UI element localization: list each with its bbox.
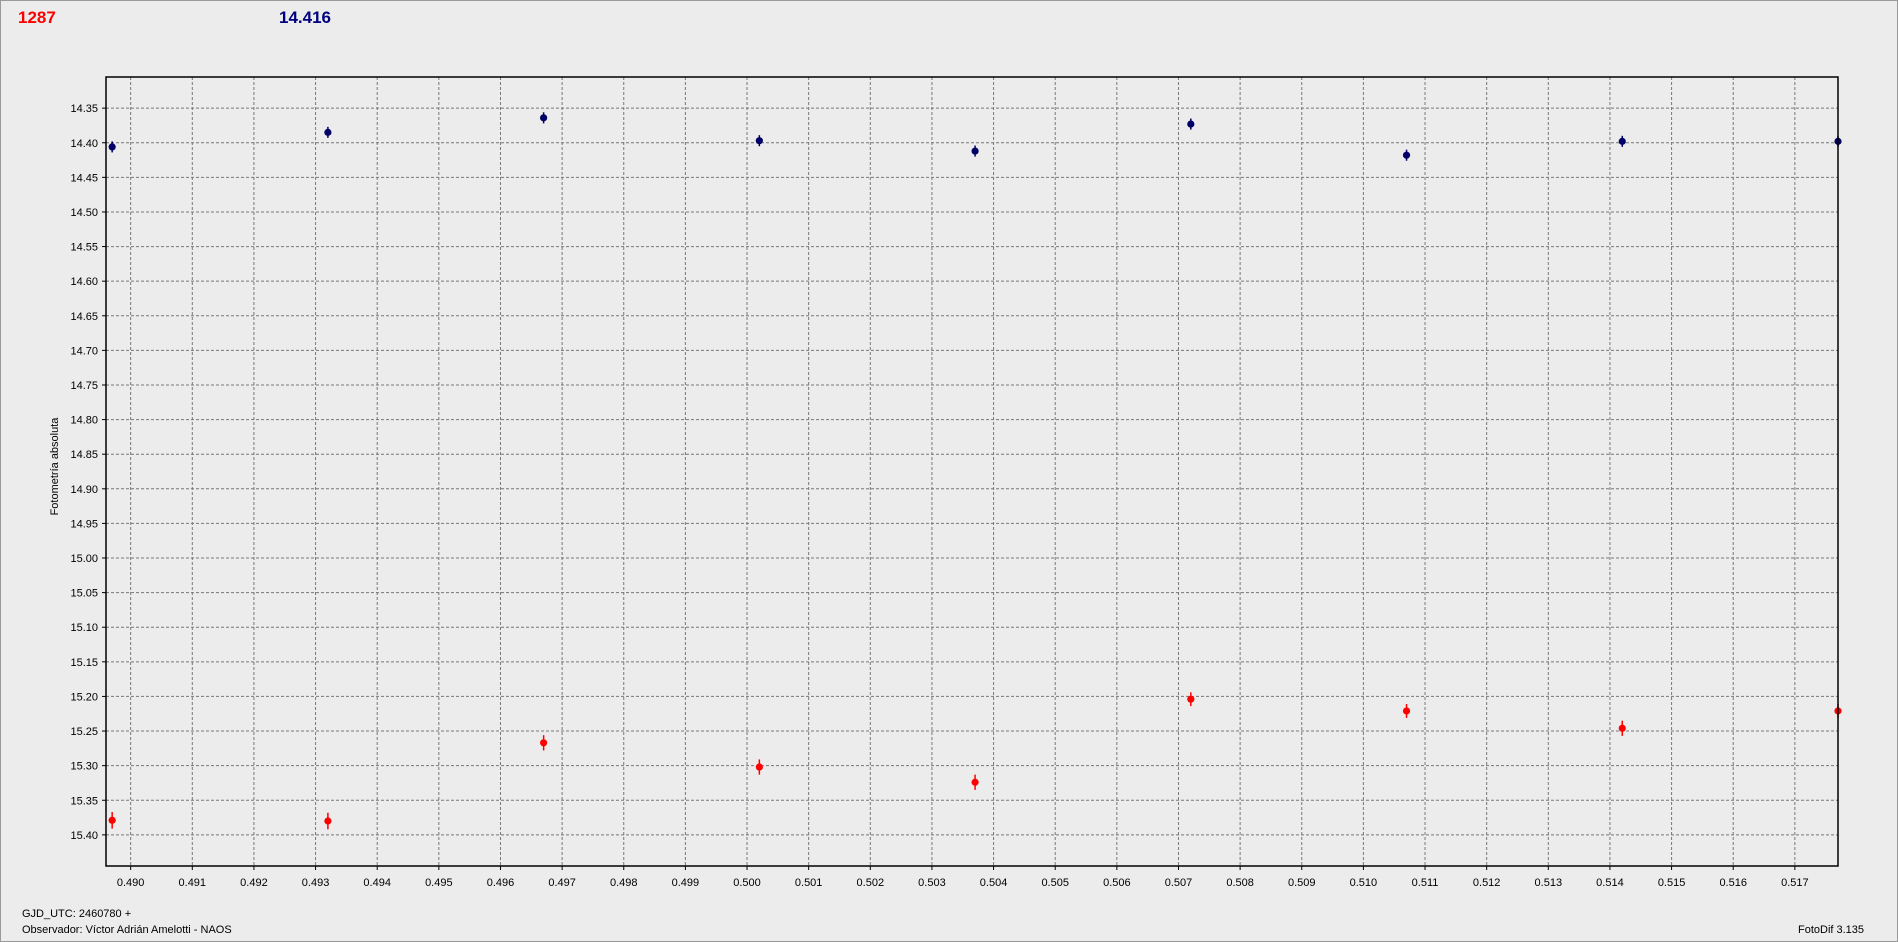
y-tick-label: 14.65 <box>70 311 98 323</box>
data-point <box>108 143 116 151</box>
x-tick-label: 0.513 <box>1535 877 1563 889</box>
data-point <box>755 763 763 771</box>
x-tick-label: 0.501 <box>795 877 823 889</box>
software-version: FotoDif 3.135 <box>1798 924 1865 936</box>
gjd-utc-label: GJD_UTC: 2460780 + <box>22 908 132 920</box>
y-tick-label: 14.85 <box>70 449 98 461</box>
y-tick-label: 15.25 <box>70 726 98 738</box>
data-point <box>324 817 332 825</box>
x-tick-label: 0.508 <box>1226 877 1254 889</box>
x-tick-label: 0.507 <box>1165 877 1193 889</box>
x-tick-label: 0.509 <box>1288 877 1316 889</box>
y-axis-label: Fotometría absoluta <box>49 417 61 516</box>
y-tick-label: 14.70 <box>70 345 98 357</box>
y-tick-label: 14.75 <box>70 380 98 392</box>
data-point <box>971 147 979 155</box>
data-point <box>540 114 548 122</box>
y-tick-label: 15.30 <box>70 761 98 773</box>
x-tick-label: 0.493 <box>302 877 330 889</box>
y-tick-label: 14.80 <box>70 415 98 427</box>
y-tick-label: 14.60 <box>70 276 98 288</box>
observer-label: Observador: Víctor Adrián Amelotti - NAO… <box>22 924 232 936</box>
y-tick-label: 15.40 <box>70 830 98 842</box>
data-point <box>971 778 979 786</box>
x-tick-label: 0.498 <box>610 877 638 889</box>
data-point <box>324 128 332 136</box>
x-tick-label: 0.517 <box>1781 877 1809 889</box>
y-tick-label: 14.45 <box>70 172 98 184</box>
x-tick-label: 0.506 <box>1103 877 1131 889</box>
y-tick-label: 14.40 <box>70 138 98 150</box>
x-axis-ticks: 0.490 0.491 0.492 0.493 0.494 0.495 0.496 0.497… <box>117 866 1809 889</box>
y-tick-label: 15.15 <box>70 657 98 669</box>
y-axis-ticks: 14.35 14.40 14.45 14.50 14.55 14.60 14.65 14.70… <box>70 103 106 842</box>
y-tick-label: 14.50 <box>70 207 98 219</box>
y-tick-label: 14.35 <box>70 103 98 115</box>
x-tick-label: 0.504 <box>980 877 1008 889</box>
x-tick-label: 0.502 <box>857 877 885 889</box>
x-tick-label: 0.491 <box>179 877 207 889</box>
x-tick-label: 0.490 <box>117 877 145 889</box>
data-point <box>540 739 548 747</box>
x-tick-label: 0.503 <box>918 877 946 889</box>
data-point <box>1187 120 1195 128</box>
x-tick-label: 0.511 <box>1412 877 1439 889</box>
data-point <box>1402 151 1411 159</box>
x-tick-label: 0.496 <box>487 877 515 889</box>
y-tick-label: 15.35 <box>70 795 98 807</box>
data-point <box>1187 695 1195 703</box>
y-tick-label: 14.90 <box>70 484 98 496</box>
x-tick-label: 0.495 <box>425 877 453 889</box>
data-point <box>755 137 763 145</box>
x-tick-label: 0.516 <box>1719 877 1747 889</box>
data-point <box>1618 137 1626 145</box>
y-tick-label: 14.95 <box>70 518 98 530</box>
y-tick-label: 14.55 <box>70 242 98 254</box>
data-point <box>1402 707 1411 715</box>
y-tick-label: 15.00 <box>70 553 98 565</box>
x-tick-label: 0.499 <box>672 877 700 889</box>
x-tick-label: 0.514 <box>1596 877 1624 889</box>
x-tick-label: 0.515 <box>1658 877 1686 889</box>
x-tick-label: 0.494 <box>363 877 391 889</box>
x-tick-label: 0.510 <box>1350 877 1378 889</box>
data-point <box>108 816 116 824</box>
y-tick-label: 15.05 <box>70 588 98 600</box>
photometry-chart: 14.35 14.40 14.45 14.50 14.55 14.60 14.65 14.70… <box>49 76 1842 889</box>
x-tick-label: 0.505 <box>1041 877 1069 889</box>
plot-area <box>106 77 1838 866</box>
y-tick-label: 15.20 <box>70 691 98 703</box>
y-tick-label: 15.10 <box>70 622 98 634</box>
x-tick-label: 0.492 <box>240 877 268 889</box>
x-tick-label: 0.497 <box>548 877 576 889</box>
data-point <box>1618 724 1626 732</box>
x-tick-label: 0.512 <box>1473 877 1501 889</box>
x-tick-label: 0.500 <box>733 877 761 889</box>
